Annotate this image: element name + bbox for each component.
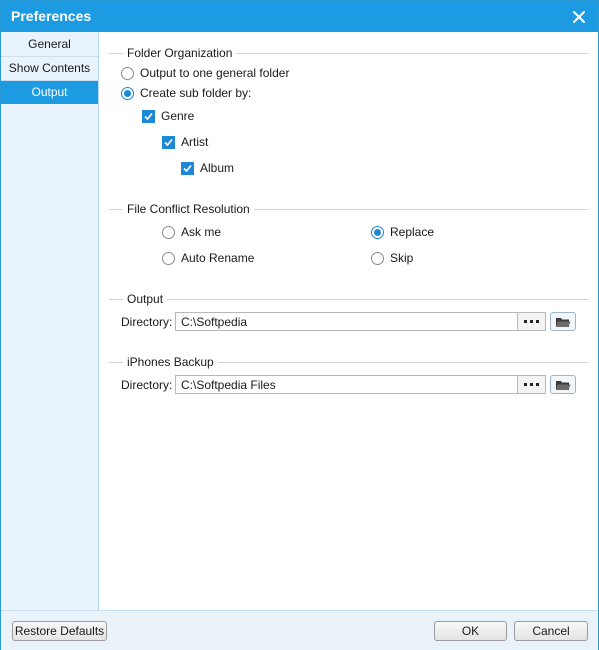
window-title: Preferences xyxy=(11,8,92,24)
ellipsis-icon xyxy=(524,319,539,323)
sidebar-item-label: Show Contents xyxy=(8,61,91,75)
sidebar-item-show-contents[interactable]: Show Contents xyxy=(1,57,98,81)
backup-title: iPhones Backup xyxy=(123,355,218,369)
preferences-window: Preferences General Show Contents Output… xyxy=(0,0,599,650)
backup-open-folder-button[interactable] xyxy=(550,375,576,394)
option-replace[interactable]: Replace xyxy=(371,225,434,239)
checkmark-icon xyxy=(183,164,192,172)
output-open-folder-button[interactable] xyxy=(550,312,576,331)
ask-me-label: Ask me xyxy=(181,225,222,239)
backup-directory-value: C:\Softpedia Files xyxy=(181,378,276,392)
backup-browse-button[interactable] xyxy=(517,376,545,393)
skip-label: Skip xyxy=(390,251,414,265)
group-divider xyxy=(109,299,589,300)
option-sub-folder-label: Create sub folder by: xyxy=(140,86,252,100)
output-directory-field[interactable]: C:\Softpedia xyxy=(175,312,546,331)
folder-icon xyxy=(556,380,571,390)
backup-directory-label: Directory: xyxy=(121,378,173,392)
radio-auto-rename[interactable] xyxy=(162,251,175,265)
checkbox-album[interactable] xyxy=(181,161,194,175)
checkmark-icon xyxy=(164,138,173,146)
dialog-footer: Restore Defaults OK Cancel xyxy=(1,610,598,650)
checkbox-artist-row[interactable]: Artist xyxy=(162,135,208,149)
sidebar-item-label: General xyxy=(28,37,71,51)
radio-general-folder[interactable] xyxy=(121,66,134,80)
sidebar-item-general[interactable]: General xyxy=(1,33,98,57)
restore-defaults-button[interactable]: Restore Defaults xyxy=(12,621,107,641)
close-button[interactable] xyxy=(568,6,590,28)
title-bar: Preferences xyxy=(1,1,598,32)
output-settings-panel: Folder Organization Output to one genera… xyxy=(99,32,598,610)
output-browse-button[interactable] xyxy=(517,313,545,330)
cancel-button[interactable]: Cancel xyxy=(514,621,588,641)
genre-label: Genre xyxy=(161,109,195,123)
radio-ask-me[interactable] xyxy=(162,225,175,239)
option-general-folder[interactable]: Output to one general folder xyxy=(121,66,289,80)
folder-icon xyxy=(556,317,571,327)
folder-organization-title: Folder Organization xyxy=(123,46,237,60)
replace-label: Replace xyxy=(390,225,435,239)
output-title: Output xyxy=(123,292,168,306)
checkbox-genre[interactable] xyxy=(142,109,155,123)
artist-label: Artist xyxy=(181,135,209,149)
checkbox-genre-row[interactable]: Genre xyxy=(142,109,194,123)
checkbox-album-row[interactable]: Album xyxy=(181,161,234,175)
backup-directory-field[interactable]: C:\Softpedia Files xyxy=(175,375,546,394)
auto-rename-label: Auto Rename xyxy=(181,251,255,265)
checkmark-icon xyxy=(144,112,153,120)
ok-button[interactable]: OK xyxy=(434,621,507,641)
output-directory-label: Directory: xyxy=(121,315,173,329)
conflict-title: File Conflict Resolution xyxy=(123,202,254,216)
album-label: Album xyxy=(200,161,235,175)
ellipsis-icon xyxy=(524,382,539,386)
option-auto-rename[interactable]: Auto Rename xyxy=(162,251,254,265)
sidebar: General Show Contents Output xyxy=(1,32,99,610)
checkbox-artist[interactable] xyxy=(162,135,175,149)
output-directory-value: C:\Softpedia xyxy=(181,315,248,329)
sidebar-item-label: Output xyxy=(31,85,68,99)
radio-sub-folder[interactable] xyxy=(121,86,134,100)
option-sub-folder[interactable]: Create sub folder by: xyxy=(121,86,251,100)
close-icon xyxy=(573,11,585,23)
radio-replace[interactable] xyxy=(371,225,384,239)
sidebar-item-output[interactable]: Output xyxy=(1,81,98,104)
option-skip[interactable]: Skip xyxy=(371,251,413,265)
radio-skip[interactable] xyxy=(371,251,384,265)
option-ask-me[interactable]: Ask me xyxy=(162,225,221,239)
option-general-folder-label: Output to one general folder xyxy=(140,66,290,80)
